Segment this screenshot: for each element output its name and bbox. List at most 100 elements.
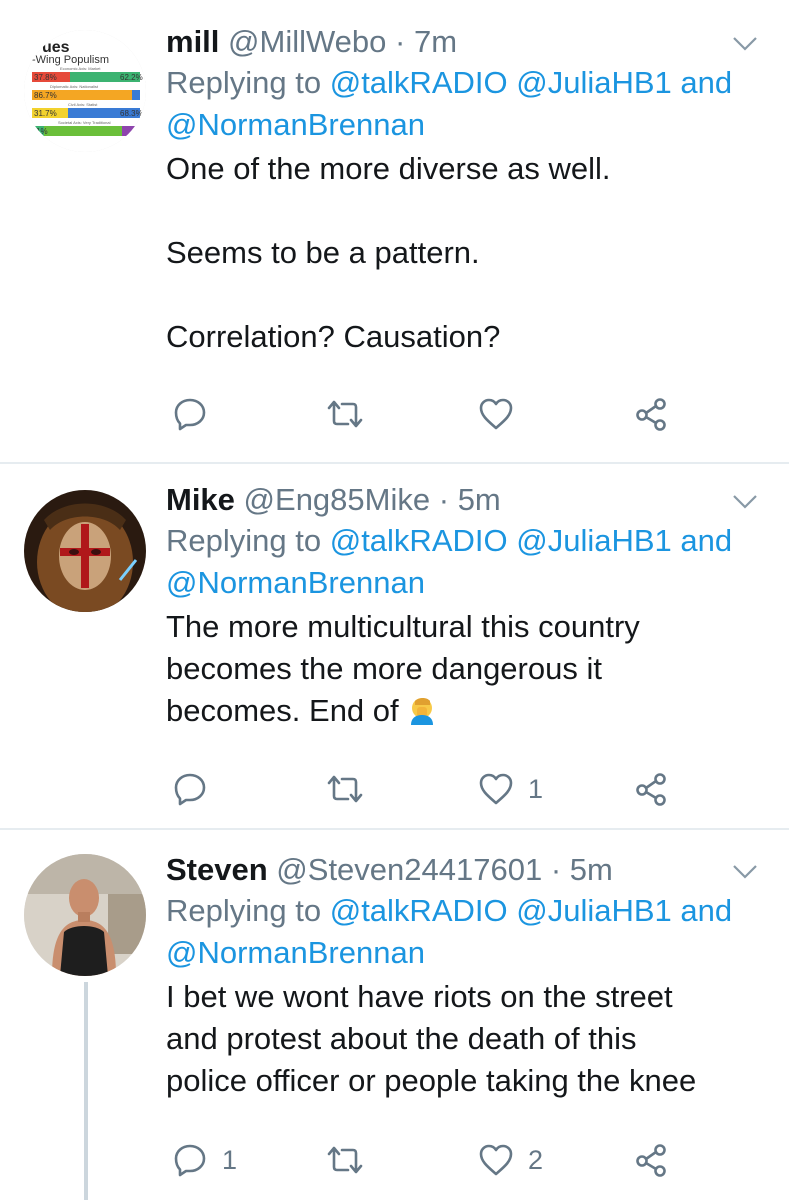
separator-dot: ·	[395, 24, 406, 59]
avatar-value-2: 86.7%	[34, 91, 57, 100]
share-button[interactable]	[634, 769, 668, 809]
display-name[interactable]: Mike	[166, 482, 235, 517]
display-name[interactable]: mill	[166, 24, 219, 59]
tweet-body: Mike @Eng85Mike · 5m Replying to @talkRA…	[166, 480, 759, 732]
and-word: and	[680, 65, 733, 100]
replying-to: Replying to @talkRADIO @JuliaHB1 and @No…	[166, 520, 759, 604]
tweet-text-line: Correlation? Causation?	[166, 319, 501, 354]
share-icon	[636, 398, 666, 431]
like-button[interactable]	[478, 394, 528, 434]
tweet-actions: 1	[166, 769, 706, 809]
avatar-axis-3: Civil Axis: Statist	[68, 102, 98, 107]
heart-icon	[479, 398, 513, 430]
timestamp[interactable]: 7m	[414, 24, 457, 59]
mention-link[interactable]: @NormanBrennan	[166, 935, 425, 970]
chevron-down-icon[interactable]	[731, 488, 759, 516]
avatar-value-1b: 62.2%	[120, 73, 143, 82]
user-handle[interactable]: @MillWebo	[228, 24, 386, 59]
tweet-header: Steven @Steven24417601 · 5m	[166, 850, 759, 890]
avatar-value-3b: 68.3%	[120, 109, 143, 118]
retweet-button[interactable]	[326, 1140, 378, 1180]
tweet-text-line: becomes. End of	[166, 693, 399, 728]
reply-icon	[174, 398, 206, 431]
and-word: and	[680, 523, 733, 558]
tweet-text: I bet we wont have riots on the street a…	[166, 976, 759, 1102]
reply-icon	[174, 1144, 206, 1177]
tweet-body: mill @MillWebo · 7m Replying to @talkRAD…	[166, 22, 759, 358]
timestamp[interactable]: 5m	[570, 852, 613, 887]
retweet-icon	[327, 400, 363, 428]
replying-prefix: Replying to	[166, 893, 322, 928]
tweet-text-line: Seems to be a pattern.	[166, 235, 480, 270]
mention-link[interactable]: @JuliaHB1	[516, 893, 672, 928]
face-palm-emoji	[407, 694, 437, 725]
tweet[interactable]: ues -Wing Populism Economic Axis: Market…	[0, 0, 789, 462]
avatar-subtitle: -Wing Populism	[32, 54, 109, 66]
mention-link[interactable]: @talkRADIO	[330, 893, 508, 928]
tweet-text: The more multicultural this country beco…	[166, 606, 759, 732]
like-count: 2	[528, 1144, 544, 1175]
separator-dot: ·	[550, 852, 562, 887]
tweet-actions: 1 2	[166, 1140, 706, 1180]
tweet-body: Steven @Steven24417601 · 5m Replying to …	[166, 850, 759, 1102]
tweet-text-line: The more multicultural this country	[166, 609, 640, 644]
retweet-button[interactable]	[326, 769, 378, 809]
avatar-value-1a: 37.8%	[34, 73, 57, 82]
retweet-icon	[327, 1146, 363, 1174]
avatar-axis-4: Societal Axis: Very Traditional	[58, 120, 111, 125]
tweet-text-line: becomes the more dangerous it	[166, 651, 602, 686]
tweet-text: One of the more diverse as well. Seems t…	[166, 148, 759, 358]
chevron-down-icon[interactable]	[731, 30, 759, 58]
reply-count: 1	[222, 1144, 238, 1175]
mention-link[interactable]: @NormanBrennan	[166, 565, 425, 600]
avatar-image	[24, 490, 146, 612]
tweet-text-line: I bet we wont have riots on the street	[166, 979, 673, 1014]
tweet-text-line: One of the more diverse as well.	[166, 151, 611, 186]
replying-prefix: Replying to	[166, 523, 322, 558]
separator-dot: ·	[438, 482, 450, 517]
display-name[interactable]: Steven	[166, 852, 268, 887]
mention-link[interactable]: @talkRADIO	[330, 523, 508, 558]
tweet-feed: ues -Wing Populism Economic Axis: Market…	[0, 0, 789, 1200]
reply-button[interactable]	[172, 394, 222, 434]
avatar-image	[24, 854, 146, 976]
like-button[interactable]: 1	[478, 769, 543, 809]
heart-icon	[479, 1144, 513, 1176]
user-handle[interactable]: @Steven24417601	[276, 852, 542, 887]
tweet-header: mill @MillWebo · 7m	[166, 22, 759, 62]
avatar-value-3a: 31.7%	[34, 109, 57, 118]
avatar-value-4: 1%	[36, 127, 48, 136]
reply-icon	[174, 773, 206, 806]
avatar[interactable]: ues -Wing Populism Economic Axis: Market…	[24, 30, 146, 152]
and-word: and	[680, 893, 733, 928]
reply-button[interactable]: 1	[172, 1140, 237, 1180]
like-button[interactable]: 2	[478, 1140, 543, 1180]
avatar-axis-1: Economic Axis: Market	[60, 66, 101, 71]
avatar-axis-2: Diplomatic Axis: Nationalist	[50, 84, 99, 89]
mention-link[interactable]: @JuliaHB1	[516, 65, 672, 100]
replying-prefix: Replying to	[166, 65, 322, 100]
chevron-down-icon[interactable]	[731, 858, 759, 886]
share-icon	[636, 1144, 666, 1177]
reply-button[interactable]	[172, 769, 222, 809]
share-icon	[636, 773, 666, 806]
tweet[interactable]: Steven @Steven24417601 · 5m Replying to …	[0, 830, 789, 1200]
user-handle[interactable]: @Eng85Mike	[244, 482, 431, 517]
tweet-text-line: and protest about the death of this	[166, 1021, 637, 1056]
share-button[interactable]	[634, 1140, 668, 1180]
mention-link[interactable]: @JuliaHB1	[516, 523, 672, 558]
tweet[interactable]: Mike @Eng85Mike · 5m Replying to @talkRA…	[0, 464, 789, 828]
mention-link[interactable]: @NormanBrennan	[166, 107, 425, 142]
thread-line	[84, 982, 88, 1200]
timestamp[interactable]: 5m	[458, 482, 501, 517]
avatar-image: ues -Wing Populism Economic Axis: Market…	[24, 30, 146, 152]
share-button[interactable]	[634, 394, 668, 434]
tweet-header: Mike @Eng85Mike · 5m	[166, 480, 759, 520]
mention-link[interactable]: @talkRADIO	[330, 65, 508, 100]
avatar[interactable]	[24, 854, 146, 976]
retweet-button[interactable]	[326, 394, 378, 434]
retweet-icon	[327, 775, 363, 803]
tweet-actions	[166, 394, 706, 434]
avatar[interactable]	[24, 490, 146, 612]
heart-icon	[479, 773, 513, 805]
